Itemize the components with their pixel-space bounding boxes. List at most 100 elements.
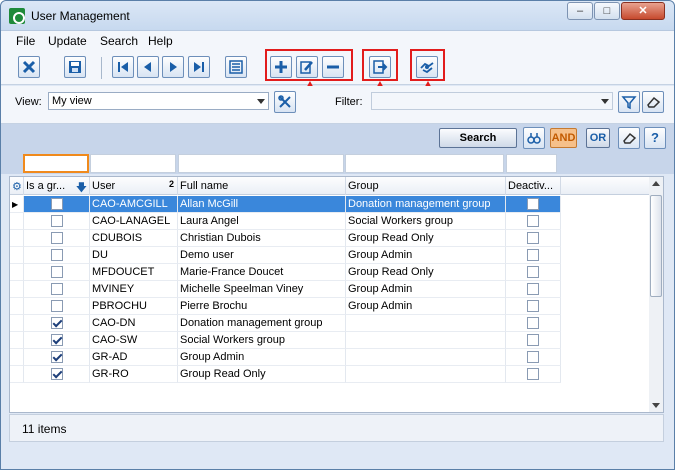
vertical-scrollbar[interactable] (649, 177, 663, 412)
export-icon (373, 60, 388, 74)
table-row[interactable]: ▶ CAO-AMCGILL Allan McGill Donation managem… (10, 196, 650, 213)
column-settings-icon[interactable]: ⚙ (10, 177, 24, 195)
deactivated-checkbox[interactable] (527, 232, 539, 244)
filter-full-name[interactable] (178, 154, 344, 173)
scroll-up-icon[interactable] (652, 181, 660, 186)
deactivated-checkbox[interactable] (527, 368, 539, 380)
table-row[interactable]: CAO-SW Social Workers group (10, 332, 650, 349)
menu-search[interactable]: Search (100, 34, 138, 48)
is-group-checkbox[interactable] (51, 317, 63, 329)
menu-update[interactable]: Update (48, 34, 87, 48)
filter-is-group[interactable] (23, 154, 89, 173)
header-group[interactable]: Group (346, 177, 506, 195)
is-group-checkbox[interactable] (51, 232, 63, 244)
or-toggle[interactable]: OR (586, 128, 610, 148)
filter-group[interactable] (345, 154, 504, 173)
clear-search-button[interactable] (618, 127, 640, 149)
remove-button[interactable] (322, 56, 344, 78)
deactivated-checkbox[interactable] (527, 351, 539, 363)
deactivated-cell (506, 196, 561, 213)
first-record-button[interactable] (112, 56, 134, 78)
last-record-button[interactable] (188, 56, 210, 78)
row-marker (10, 349, 24, 366)
menu-help[interactable]: Help (148, 34, 173, 48)
close-window-button[interactable]: ✕ (621, 2, 665, 20)
maximize-button[interactable]: □ (594, 2, 620, 20)
is-group-checkbox[interactable] (51, 334, 63, 346)
close-record-button[interactable] (18, 56, 40, 78)
row-marker (10, 315, 24, 332)
chevron-down-icon (257, 99, 265, 104)
deactivated-checkbox[interactable] (527, 317, 539, 329)
scroll-down-icon[interactable] (652, 403, 660, 408)
table-row[interactable]: GR-RO Group Read Only (10, 366, 650, 383)
binoculars-icon (527, 133, 541, 144)
menu-file[interactable]: File (16, 34, 35, 48)
table-row[interactable]: DU Demo user Group Admin (10, 247, 650, 264)
user-cell: CAO-LANAGEL (90, 213, 178, 230)
table-row[interactable]: MVINEY Michelle Speelman Viney Group Admin (10, 281, 650, 298)
handshake-button[interactable] (416, 56, 438, 78)
table-header: ⚙ Is a gr... 🡇 User 2 Full name Group De… (10, 177, 650, 195)
user-cell: CDUBOIS (90, 230, 178, 247)
add-button[interactable] (270, 56, 292, 78)
is-group-checkbox[interactable] (51, 198, 63, 210)
next-record-button[interactable] (162, 56, 184, 78)
header-is-group[interactable]: Is a gr... 🡇 (24, 177, 90, 195)
table-row[interactable]: PBROCHU Pierre Brochu Group Admin (10, 298, 650, 315)
minimize-button[interactable]: – (567, 2, 593, 20)
is-group-cell (24, 213, 90, 230)
search-button[interactable]: Search (439, 128, 517, 148)
table-row[interactable]: CAO-LANAGEL Laura Angel Social Workers gro… (10, 213, 650, 230)
filter-select[interactable] (371, 92, 613, 110)
search-options-button[interactable] (523, 127, 545, 149)
full-name-cell: Marie-France Doucet (178, 264, 346, 281)
table-row[interactable]: CDUBOIS Christian Dubois Group Read Only (10, 230, 650, 247)
is-group-checkbox[interactable] (51, 300, 63, 312)
group-cell: Group Admin (346, 247, 506, 264)
deactivated-checkbox[interactable] (527, 215, 539, 227)
is-group-checkbox[interactable] (51, 266, 63, 278)
deactivated-checkbox[interactable] (527, 249, 539, 261)
group-cell (346, 366, 506, 383)
deactivated-checkbox[interactable] (527, 266, 539, 278)
group-cell: Group Read Only (346, 230, 506, 247)
list-view-button[interactable] (225, 56, 247, 78)
is-group-checkbox[interactable] (51, 351, 63, 363)
deactivated-checkbox[interactable] (527, 334, 539, 346)
export-button[interactable] (369, 56, 391, 78)
table-row[interactable]: CAO-DN Donation management group (10, 315, 650, 332)
deactivated-checkbox[interactable] (527, 300, 539, 312)
and-toggle[interactable]: AND (550, 128, 577, 148)
deactivated-cell (506, 247, 561, 264)
apply-filter-button[interactable] (618, 91, 640, 113)
edit-button[interactable] (296, 56, 318, 78)
header-user[interactable]: User 2 (90, 177, 178, 195)
full-name-cell: Laura Angel (178, 213, 346, 230)
table-row[interactable]: MFDOUCET Marie-France Doucet Group Read On… (10, 264, 650, 281)
clear-filter-button[interactable] (642, 91, 664, 113)
help-button[interactable]: ? (644, 127, 666, 149)
view-settings-button[interactable] (274, 91, 296, 113)
is-group-checkbox[interactable] (51, 215, 63, 227)
save-button[interactable] (64, 56, 86, 78)
toolbar (1, 49, 674, 85)
is-group-checkbox[interactable] (51, 368, 63, 380)
deactivated-checkbox[interactable] (527, 283, 539, 295)
is-group-checkbox[interactable] (51, 249, 63, 261)
filter-user[interactable] (90, 154, 176, 173)
table-row[interactable]: GR-AD Group Admin (10, 349, 650, 366)
header-full-name[interactable]: Full name (178, 177, 346, 195)
is-group-checkbox[interactable] (51, 283, 63, 295)
user-cell: CAO-SW (90, 332, 178, 349)
previous-record-button[interactable] (137, 56, 159, 78)
filter-deactivated[interactable] (506, 154, 557, 173)
user-cell: PBROCHU (90, 298, 178, 315)
view-select[interactable]: My view (48, 92, 269, 110)
scroll-thumb[interactable] (650, 195, 662, 297)
deactivated-cell (506, 281, 561, 298)
header-label: Is a gr... (26, 180, 66, 192)
title-bar: User Management – □ ✕ (1, 1, 674, 31)
header-deactivated[interactable]: Deactiv... (506, 177, 561, 195)
deactivated-checkbox[interactable] (527, 198, 539, 210)
